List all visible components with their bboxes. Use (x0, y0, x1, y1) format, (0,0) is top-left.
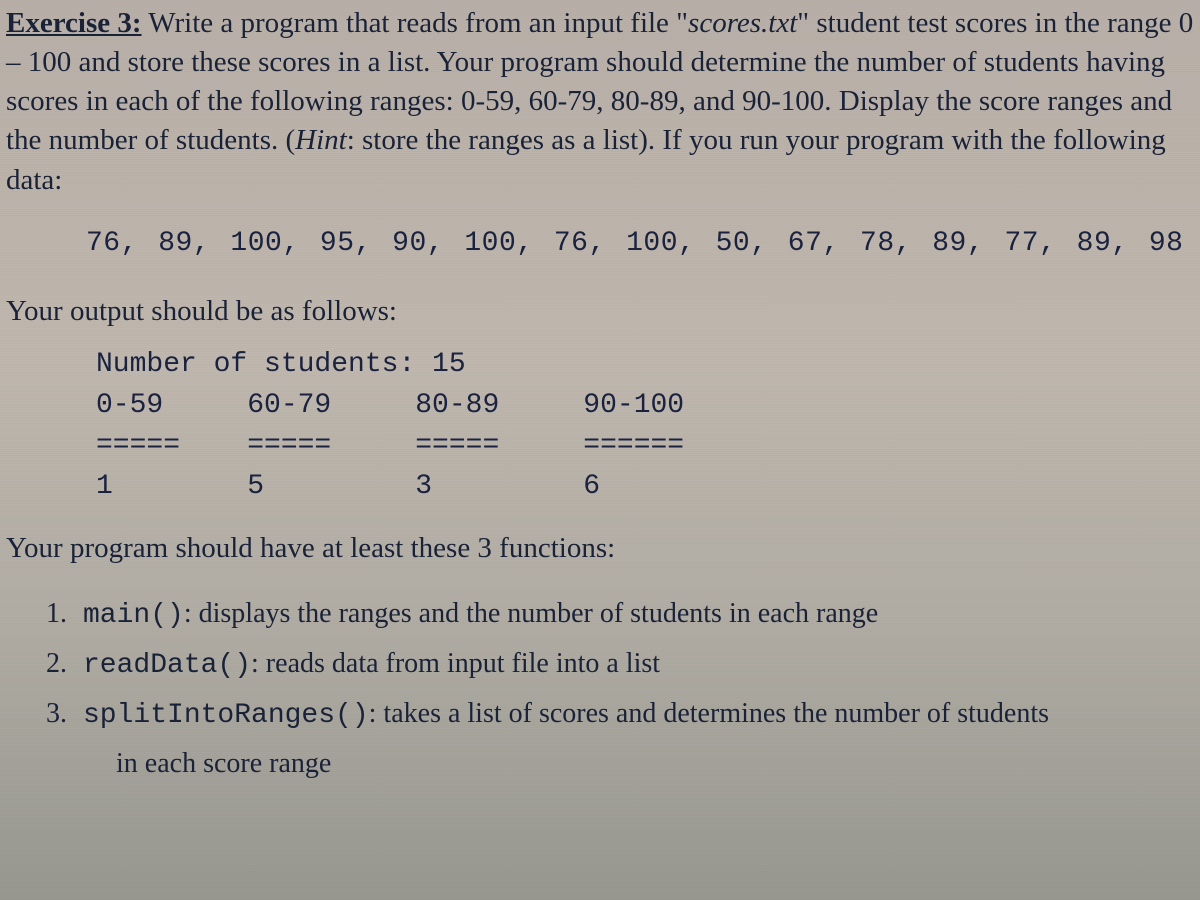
item-number: 1. (46, 593, 76, 635)
intro-text-1: Write a program that reads from an input… (142, 7, 688, 39)
list-item-continuation: in each score range (46, 743, 1194, 785)
function-desc: : displays the ranges and the number of … (184, 598, 878, 629)
list-item: 1. main(): displays the ranges and the n… (46, 593, 1194, 637)
functions-heading: Your program should have at least these … (6, 532, 1194, 565)
exercise-label: Exercise 3: (6, 7, 142, 39)
item-number: 2. (46, 643, 76, 685)
list-item: 2. readData(): reads data from input fil… (46, 643, 1194, 687)
input-data-line: 76, 89, 100, 95, 90, 100, 76, 100, 50, 6… (6, 228, 1194, 259)
filename: scores.txt (688, 7, 797, 39)
list-item: 3. splitIntoRanges(): takes a list of sc… (46, 693, 1194, 737)
function-desc: : takes a list of scores and determines … (369, 698, 1049, 729)
functions-list: 1. main(): displays the ranges and the n… (6, 593, 1194, 785)
item-number: 3. (46, 693, 76, 735)
function-name: main() (83, 600, 184, 631)
exercise-intro: Exercise 3: Write a program that reads f… (6, 4, 1194, 200)
output-heading: Your output should be as follows: (6, 291, 1194, 332)
expected-output: Number of students: 15 0-59 60-79 80-89 … (6, 345, 1194, 507)
function-name: splitIntoRanges() (83, 700, 369, 731)
hint-label: Hint (295, 124, 347, 156)
function-name: readData() (83, 650, 251, 681)
function-desc: : reads data from input file into a list (251, 648, 660, 679)
